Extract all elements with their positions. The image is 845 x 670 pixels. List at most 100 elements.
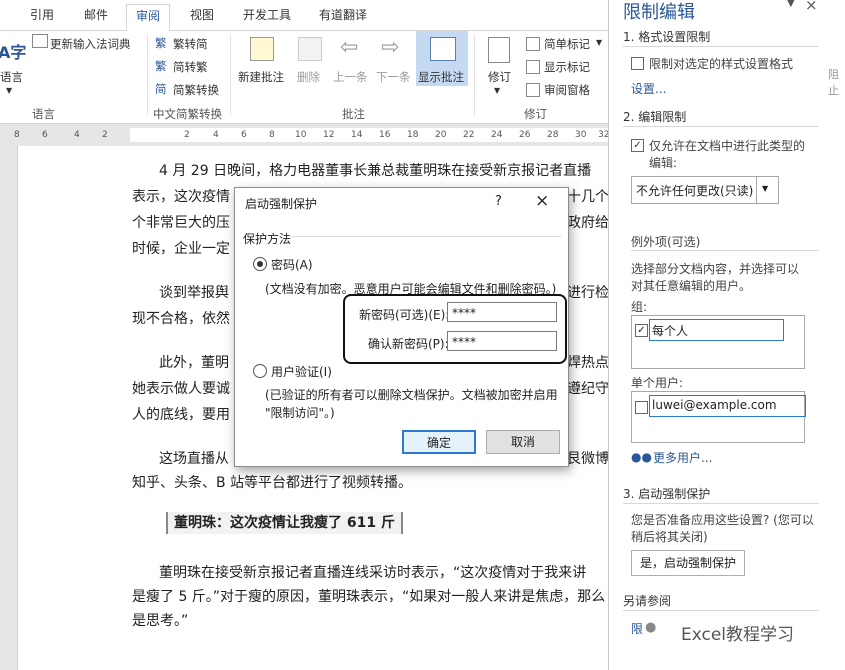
cancel-button[interactable]: 取消 (486, 430, 560, 454)
individual-users-list: luwei@example.com (631, 391, 806, 443)
enforce-section-heading: 3. 启动强制保护 (623, 487, 711, 501)
restrict-editing-pane: 限制编辑 ▼ × 1. 格式设置限制 限制对选定的样式设置格式 设置... 2.… (608, 0, 845, 670)
next-comment-button[interactable]: 下一条 (376, 69, 411, 85)
arrow-right-icon: ⇨ (381, 35, 400, 60)
users-icon: ●● (631, 450, 652, 464)
to-traditional-button[interactable]: 简转繁 (173, 59, 208, 75)
paragraph-line: 此外，董明 (159, 355, 229, 371)
tab-developer[interactable]: 开发工具 (243, 6, 291, 23)
heading-line: 董明珠：这次疫情让我瘦了 611 斤 (166, 512, 403, 534)
language-icon[interactable]: A字 (0, 39, 26, 63)
formatting-restriction-label[interactable]: 限制对选定的样式设置格式 (649, 55, 793, 72)
new-comment-button[interactable]: 新建批注 (238, 69, 284, 85)
password-option-label[interactable]: 密码(A) (271, 256, 313, 273)
group-everyone-item[interactable]: 每个人 (649, 319, 784, 341)
track-changes-icon (488, 37, 510, 63)
previous-comment-button[interactable]: 上一条 (333, 69, 368, 85)
traditional-icon: 繁 (155, 36, 167, 50)
separator (147, 35, 148, 115)
chinese-group-label: 中文简繁转换 (153, 107, 222, 121)
paragraph-line: 知乎、头条、B 站等平台都进行了视频转播。 (132, 475, 413, 491)
user-authentication-label[interactable]: 用户验证(I) (271, 363, 332, 380)
markup-select[interactable]: 简单标记 (544, 36, 590, 52)
chevron-down-icon[interactable]: ▼ (787, 0, 795, 9)
comment-group-label: 批注 (342, 107, 365, 121)
user-authentication-description: (已验证的所有者可以删除文档保护。文档被加密并启用 (265, 388, 558, 402)
tracking-group-label: 修订 (524, 107, 547, 121)
tab-youdao[interactable]: 有道翻译 (319, 6, 367, 23)
chevron-down-icon: ▼ (494, 86, 501, 95)
review-pane-icon (526, 83, 540, 97)
see-also-link[interactable]: 限 (631, 620, 643, 637)
paragraph-line: 这场直播从 (159, 451, 229, 467)
formatting-settings-link[interactable]: 设置... (631, 80, 666, 97)
section-divider (623, 610, 819, 611)
group-everyone-checkbox[interactable]: ✓ (635, 324, 648, 337)
ruler-tick: 18 (407, 130, 419, 140)
enforce-description: 稍后将其关闭) (631, 530, 708, 544)
review-pane-button[interactable]: 审阅窗格 (544, 82, 590, 98)
ruler-tick: 14 (351, 130, 363, 140)
page-edge (17, 146, 18, 670)
tab-view[interactable]: 视图 (190, 6, 214, 23)
protection-method-label: 保护方法 (243, 232, 292, 246)
editing-restriction-checkbox[interactable]: ✓ (631, 139, 644, 152)
user-authentication-radio[interactable] (253, 364, 267, 378)
start-enforcing-button[interactable]: 是，启动强制保护 (631, 550, 745, 576)
to-simplified-button[interactable]: 繁转简 (173, 36, 208, 52)
paragraph-line: 是瘦了 5 斤。”对于瘦的原因，董明珠表示，“如果对一般人来讲是焦虑，那么 (132, 589, 606, 605)
delete-comment-button[interactable]: 删除 (297, 69, 320, 85)
ruler-tick: 30 (575, 130, 587, 140)
show-markup-button[interactable]: 显示标记 (544, 59, 590, 75)
editing-type-select[interactable]: 不允许任何更改(只读) ▼ (631, 176, 779, 204)
individual-users-label: 单个用户: (631, 376, 684, 390)
editing-type-value: 不允许任何更改(只读) (636, 184, 754, 198)
ruler-tick: 2 (102, 130, 108, 140)
ruler-tick: 26 (519, 130, 531, 140)
new-password-input[interactable]: **** (447, 302, 557, 322)
section-divider (631, 250, 819, 251)
simplified-traditional-button[interactable]: 简繁转换 (173, 82, 219, 98)
editing-restriction-label-continued: 编辑: (649, 156, 678, 170)
enforce-description: 您是否准备应用这些设置? (您可以 (631, 513, 814, 527)
close-button[interactable]: × (535, 191, 549, 211)
formatting-restriction-checkbox[interactable] (631, 57, 644, 70)
confirm-password-label: 确认新密码(P): (368, 337, 449, 351)
block-authors-button[interactable]: 阻止 (828, 66, 845, 98)
horizontal-ruler[interactable]: 8 6 4 2 2 4 6 8 10 12 14 16 18 20 22 24 … (0, 124, 609, 146)
ruler-tick: 22 (463, 130, 475, 140)
show-comments-button[interactable]: 显示批注 (418, 69, 464, 85)
language-button-label[interactable]: 语言 (0, 69, 23, 85)
more-users-link[interactable]: 更多用户... (653, 449, 712, 466)
help-button[interactable]: ? (495, 194, 502, 209)
user-item[interactable]: luwei@example.com (649, 395, 806, 417)
user-email: luwei@example.com (652, 398, 777, 412)
track-changes-button[interactable]: 修订 (488, 69, 511, 85)
tab-mailings[interactable]: 邮件 (84, 6, 108, 23)
section-divider (623, 126, 819, 127)
formatting-section-heading: 1. 格式设置限制 (623, 30, 711, 44)
ok-button[interactable]: 确定 (402, 430, 476, 454)
section-divider (623, 503, 819, 504)
password-radio[interactable] (253, 257, 267, 271)
see-also-heading: 另请参阅 (623, 594, 672, 608)
update-dictionary-button[interactable]: 更新输入法词典 (50, 36, 131, 52)
tab-review[interactable]: 审阅 (126, 4, 171, 31)
paragraph-line: 谈到举报舆 (159, 285, 229, 301)
ruler-tick: 4 (74, 130, 80, 140)
close-icon[interactable]: × (805, 0, 818, 14)
chevron-down-icon: ▼ (6, 86, 13, 95)
user-checkbox[interactable] (635, 401, 648, 414)
confirm-password-input[interactable]: **** (447, 331, 557, 351)
ruler-tick: 16 (379, 130, 391, 140)
editing-restriction-label[interactable]: 仅允许在文档中进行此类型的 (649, 137, 805, 154)
tab-references[interactable]: 引用 (30, 6, 54, 23)
watermark-text: Excel教程学习 (681, 625, 795, 645)
paragraph-line: 董明珠在接受新京报记者直播连线采访时表示，“这次疫情对于我来讲 (159, 565, 587, 581)
user-authentication-description: "限制访问"。) (265, 406, 335, 420)
exceptions-heading: 例外项(可选) (631, 235, 701, 249)
chevron-down-icon: ▼ (596, 38, 603, 47)
select-divider (756, 177, 757, 203)
paragraph-fragment: 艮微博 (567, 451, 609, 467)
chevron-down-icon: ▼ (762, 184, 769, 193)
